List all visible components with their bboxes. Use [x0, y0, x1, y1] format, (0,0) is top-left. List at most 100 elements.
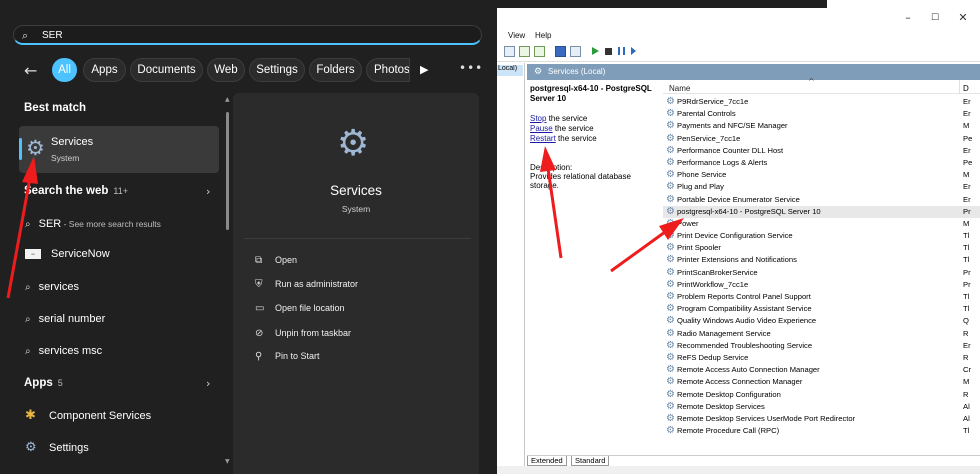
- menu-view[interactable]: View: [508, 31, 525, 40]
- service-description-cell: Pe: [963, 133, 973, 143]
- stop-service-icon[interactable]: [605, 48, 612, 55]
- column-separator[interactable]: [959, 80, 960, 94]
- scroll-filters-right-icon[interactable]: ▶: [420, 63, 428, 76]
- tab-extended[interactable]: Extended: [527, 456, 567, 466]
- service-name: Quality Windows Audio Video Experience: [677, 316, 817, 326]
- toolbar-view-icon[interactable]: [570, 46, 581, 57]
- apps-header[interactable]: Apps 5: [24, 377, 63, 389]
- service-gear-icon: ⚙: [666, 425, 675, 437]
- search-icon: ⌕: [25, 314, 31, 325]
- web-result-services-msc[interactable]: ⌕ services msc: [25, 345, 102, 357]
- table-row[interactable]: ⚙ Performance Counter DLL Host Er: [663, 145, 980, 157]
- toolbar-refresh-icon[interactable]: [519, 46, 530, 57]
- pause-link[interactable]: Pause: [530, 124, 553, 133]
- service-description: Description: Provides relational databas…: [530, 163, 658, 190]
- restart-link[interactable]: Restart: [530, 134, 556, 143]
- filter-folders[interactable]: Folders: [309, 58, 362, 82]
- action-run-as-admin[interactable]: ⛨ Run as administrator: [255, 279, 358, 290]
- table-row[interactable]: ⚙ Portable Device Enumerator Service Er: [663, 194, 980, 206]
- toolbar-export-icon[interactable]: [534, 46, 545, 57]
- table-row[interactable]: ⚙ Printer Extensions and Notifications Tl: [663, 254, 980, 266]
- web-result-services[interactable]: ⌕ services: [25, 281, 79, 293]
- table-row[interactable]: ⚙ Remote Access Auto Connection Manager Cr: [663, 364, 980, 376]
- minimize-button[interactable]: –: [901, 12, 915, 24]
- filter-apps[interactable]: Apps: [83, 58, 126, 82]
- start-service-icon[interactable]: [592, 47, 599, 55]
- action-open-file-location[interactable]: ▭ Open file location: [255, 303, 345, 314]
- table-row[interactable]: ⚙ Radio Management Service R: [663, 328, 980, 340]
- action-open[interactable]: ⧉ Open: [255, 255, 297, 266]
- table-row[interactable]: ⚙ Remote Desktop Services Al: [663, 401, 980, 413]
- table-row[interactable]: ⚙ Payments and NFC/SE Manager M: [663, 120, 980, 132]
- table-row[interactable]: ⚙ P9RdrService_7cc1e Er: [663, 96, 980, 108]
- column-description-header[interactable]: D: [963, 84, 969, 93]
- table-row[interactable]: ⚙ PrintWorkflow_7cc1e Pr: [663, 279, 980, 291]
- action-label: Unpin from taskbar: [275, 328, 352, 338]
- table-row[interactable]: ⚙ Quality Windows Audio Video Experience Q: [663, 315, 980, 327]
- tree-node-services-local[interactable]: Local): [497, 65, 523, 76]
- app-settings[interactable]: ⚙ Settings: [25, 440, 89, 455]
- filter-settings[interactable]: Settings: [249, 58, 305, 82]
- chevron-right-icon[interactable]: ›: [206, 377, 210, 390]
- scroll-up-icon[interactable]: ▲: [225, 96, 230, 103]
- results-scrollbar[interactable]: [226, 112, 229, 230]
- back-arrow-icon[interactable]: ←: [24, 61, 37, 80]
- service-description-cell: Er: [963, 182, 971, 192]
- web-result-serial-number[interactable]: ⌕ serial number: [25, 313, 105, 325]
- table-row[interactable]: ⚙ Remote Desktop Configuration R: [663, 389, 980, 401]
- service-description-cell: Pr: [963, 267, 971, 277]
- web-result-text: ServiceNow: [51, 248, 110, 260]
- filter-photos[interactable]: Photos: [366, 58, 410, 82]
- search-web-header[interactable]: Search the web 11+: [24, 185, 128, 197]
- table-row[interactable]: ⚙ postgresql-x64-10 - PostgreSQL Server 1…: [663, 205, 980, 218]
- more-options-icon[interactable]: •••: [459, 61, 483, 75]
- app-component-services[interactable]: ✱ Component Services: [25, 408, 151, 423]
- table-row[interactable]: ⚙ Problem Reports Control Panel Support Tl: [663, 291, 980, 303]
- pause-service-icon[interactable]: [618, 47, 625, 55]
- table-row[interactable]: ⚙ Program Compatibility Assistant Service…: [663, 303, 980, 315]
- search-box[interactable]: ⌕ SER: [13, 25, 482, 45]
- close-button[interactable]: ✕: [956, 12, 970, 24]
- table-row[interactable]: ⚙ Recommended Troubleshooting Service Er: [663, 340, 980, 352]
- maximize-button[interactable]: ☐: [928, 12, 942, 24]
- column-name-header[interactable]: Name: [669, 84, 690, 93]
- service-name: postgresql-x64-10 - PostgreSQL Server 10: [677, 206, 821, 216]
- web-result-text: services: [38, 281, 79, 293]
- best-match-services[interactable]: ⚙ Services System: [19, 126, 219, 173]
- gear-icon: ⚙: [534, 67, 543, 77]
- service-description-cell: Tl: [963, 426, 970, 436]
- table-row[interactable]: ⚙ Performance Logs & Alerts Pe: [663, 157, 980, 169]
- service-description-cell: M: [963, 121, 970, 131]
- restart-service-icon[interactable]: [631, 47, 636, 55]
- filter-web[interactable]: Web: [207, 58, 245, 82]
- action-pin-to-start[interactable]: ⚲ Pin to Start: [255, 351, 320, 362]
- table-row[interactable]: ⚙ PrintScanBrokerService Pr: [663, 267, 980, 279]
- web-result-ser[interactable]: ⌕ SER - See more search results: [25, 218, 161, 230]
- toolbar-help-icon[interactable]: [555, 46, 566, 57]
- menu-help[interactable]: Help: [535, 31, 551, 40]
- chevron-right-icon[interactable]: ›: [206, 185, 210, 198]
- table-row[interactable]: ⚙ Print Device Configuration Service Tl: [663, 230, 980, 242]
- table-row[interactable]: ⚙ ReFS Dedup Service R: [663, 352, 980, 364]
- service-name: Recommended Troubleshooting Service: [677, 340, 813, 350]
- service-description-cell: Q: [963, 316, 969, 326]
- table-row[interactable]: ⚙ Plug and Play Er: [663, 181, 980, 193]
- table-row[interactable]: ⚙ Remote Access Connection Manager M: [663, 376, 980, 388]
- table-row[interactable]: ⚙ Parental Controls Er: [663, 108, 980, 120]
- table-row[interactable]: ⚙ Power M: [663, 218, 980, 230]
- stop-link[interactable]: Stop: [530, 114, 546, 123]
- services-window: – ☐ ✕ View Help Local) ⚙ Services (Local…: [497, 0, 980, 474]
- table-row[interactable]: ⚙ Remote Desktop Services UserMode Port R…: [663, 413, 980, 425]
- web-result-servicenow[interactable]: sn ServiceNow: [25, 248, 110, 260]
- search-input[interactable]: SER: [42, 30, 63, 41]
- filter-all[interactable]: All: [52, 58, 77, 82]
- toolbar-properties-icon[interactable]: [504, 46, 515, 57]
- table-row[interactable]: ⚙ Print Spooler Tl: [663, 242, 980, 254]
- table-row[interactable]: ⚙ Phone Service M: [663, 169, 980, 181]
- filter-documents[interactable]: Documents: [130, 58, 203, 82]
- tab-standard[interactable]: Standard: [571, 456, 610, 466]
- table-row[interactable]: ⚙ Remote Procedure Call (RPC) Tl: [663, 425, 980, 437]
- scroll-down-icon[interactable]: ▼: [225, 458, 230, 465]
- action-unpin-taskbar[interactable]: ⊘ Unpin from taskbar: [255, 328, 351, 339]
- table-row[interactable]: ⚙ PenService_7cc1e Pe: [663, 133, 980, 145]
